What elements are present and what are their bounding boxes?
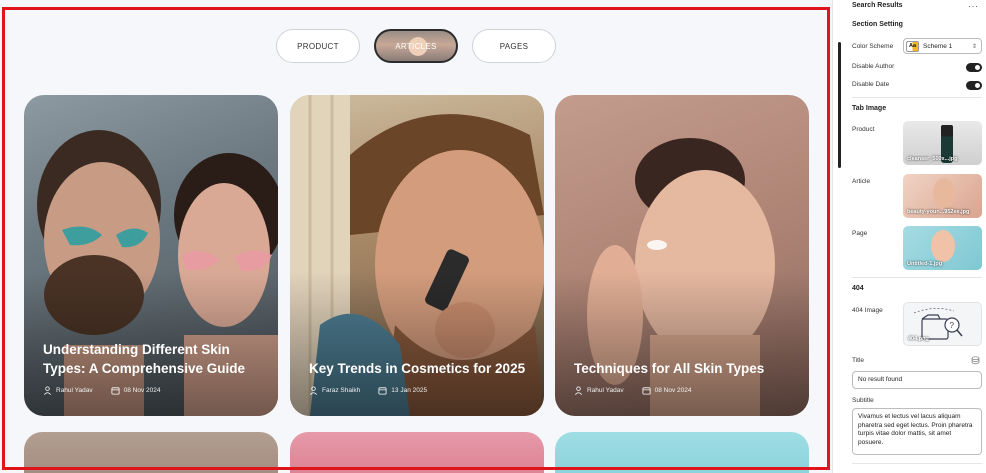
user-icon	[44, 386, 51, 395]
article-title[interactable]: Understanding Different Skin Types: A Co…	[43, 340, 262, 378]
article-card[interactable]: Key Trends in Cosmetics for 2025 Faraz S…	[290, 95, 544, 416]
product-file-name: cleanser_500x...jpg	[907, 156, 958, 162]
result-tabs: PRODUCT ARTICLES PAGES	[276, 29, 556, 63]
more-options-icon[interactable]: ···	[968, 1, 979, 11]
subtitle-textarea[interactable]: Vivamus et lectus vel lacus aliquam phar…	[852, 408, 982, 455]
article-meta: Faraz Shaikh 13 Jan 2025	[309, 386, 427, 395]
tab-product[interactable]: PRODUCT	[276, 29, 360, 63]
color-scheme-label: Color Scheme	[852, 43, 894, 50]
user-icon	[575, 386, 582, 395]
product-image-picker[interactable]: cleanser_500x...jpg	[903, 121, 982, 165]
preview-canvas: PRODUCT ARTICLES PAGES Understanding Dif…	[0, 0, 832, 473]
tab-label: PAGES	[499, 41, 529, 51]
scheme-swatch: Aa	[906, 40, 919, 52]
app-root: PRODUCT ARTICLES PAGES Understanding Dif…	[0, 0, 986, 473]
chevron-updown-icon: ⇕	[971, 43, 977, 50]
article-date: 08 Nov 2024	[654, 387, 692, 394]
tab-image-heading: Tab Image	[852, 105, 887, 112]
tab-articles[interactable]: ARTICLES	[374, 29, 458, 63]
title-input[interactable]: No result found	[852, 371, 982, 389]
disable-date-label: Disable Date	[852, 81, 890, 88]
image-404-picker[interactable]: ? 404.png	[903, 302, 982, 346]
article-author: Rahul Yadav	[587, 387, 624, 394]
tab-label: ARTICLES	[395, 41, 437, 51]
section-setting-heading: Section Setting	[852, 21, 903, 28]
divider	[852, 97, 982, 98]
article-date: 13 Jan 2025	[391, 387, 428, 394]
color-scheme-value: Scheme 1	[923, 42, 953, 50]
article-card[interactable]: Techniques for All Skin Types Rahul Yada…	[555, 95, 809, 416]
disable-author-toggle[interactable]	[966, 63, 982, 72]
disable-date-toggle[interactable]	[966, 81, 982, 90]
page-file-name: Untitled-1.jpg	[907, 261, 943, 267]
page-image-picker[interactable]: Untitled-1.jpg	[903, 226, 982, 270]
user-icon	[310, 386, 317, 395]
article-card-partial[interactable]	[555, 432, 809, 473]
panel-title: Search Results	[852, 2, 903, 9]
page-image-label: Page	[852, 230, 868, 237]
article-image-picker[interactable]: beauty-youn...952ee.jpg	[903, 174, 982, 218]
article-file-name: beauty-youn...952ee.jpg	[907, 209, 970, 215]
calendar-icon	[111, 387, 120, 395]
tab-label: PRODUCT	[297, 41, 339, 51]
article-date: 08 Nov 2024	[123, 387, 161, 394]
article-meta: Rahul Yadav 08 Nov 2024	[43, 386, 161, 395]
disable-author-label: Disable Author	[852, 63, 895, 70]
article-author: Rahul Yadav	[56, 387, 93, 394]
subtitle-label: Subtitle	[852, 397, 874, 404]
dynamic-source-icon[interactable]	[971, 356, 980, 365]
article-card[interactable]: Understanding Different Skin Types: A Co…	[24, 95, 278, 416]
article-author: Faraz Shaikh	[322, 387, 361, 394]
article-card-partial[interactable]	[24, 432, 278, 473]
article-meta: Rahul Yadav 08 Nov 2024	[574, 386, 692, 395]
image-404-label: 404 Image	[852, 307, 883, 314]
calendar-icon	[378, 387, 387, 395]
article-card-partial[interactable]	[290, 432, 544, 473]
divider	[852, 463, 982, 464]
title-label: Title	[852, 357, 865, 364]
svg-text:?: ?	[950, 321, 955, 330]
product-image-label: Product	[852, 126, 875, 133]
image-404-file-name: 404.png	[908, 336, 929, 342]
article-title[interactable]: Techniques for All Skin Types	[574, 359, 793, 378]
color-scheme-select[interactable]: Aa Scheme 1 ⇕	[903, 38, 982, 54]
divider	[852, 277, 982, 278]
section-404-heading: 404	[852, 285, 864, 292]
calendar-icon	[642, 387, 651, 395]
article-title[interactable]: Key Trends in Cosmetics for 2025	[309, 359, 528, 378]
tab-pages[interactable]: PAGES	[472, 29, 556, 63]
article-image-label: Article	[852, 178, 871, 185]
panel-scrollbar[interactable]	[838, 42, 841, 168]
